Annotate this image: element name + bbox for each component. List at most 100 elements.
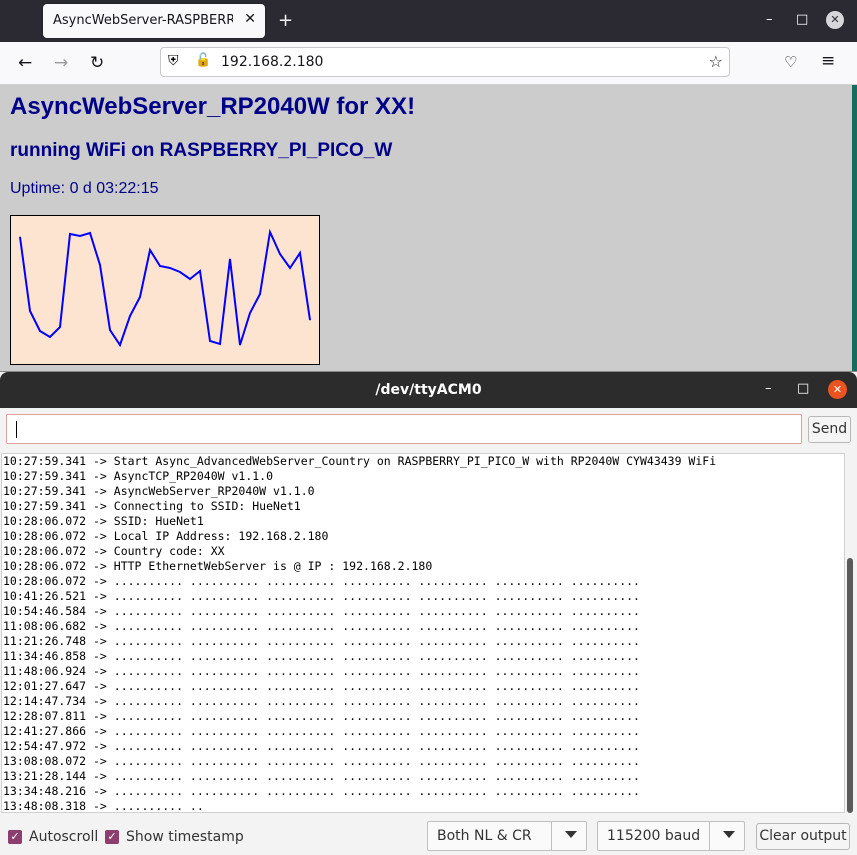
chart-point — [199, 270, 201, 272]
send-button[interactable]: Send — [808, 416, 851, 443]
browser-titlebar: AsyncWebServer-RASPBERRY_PI_PICO_W ✕ + –… — [0, 0, 857, 42]
bookmark-star-icon[interactable]: ☆ — [709, 52, 723, 71]
serial-close-icon[interactable]: ✕ — [828, 380, 847, 399]
log-line: 12:14:47.734 -> .......... .......... ..… — [3, 694, 640, 708]
chart-point — [79, 235, 81, 237]
url-bar[interactable]: ⛨ 🔓 192.168.2.180 ☆ — [160, 47, 730, 77]
serial-bottom-bar: ✓ Autoscroll ✓ Show timestamp Both NL & … — [0, 817, 857, 855]
url-text[interactable]: 192.168.2.180 — [221, 54, 323, 70]
log-line: 12:28:07.811 -> .......... .......... ..… — [3, 709, 640, 723]
log-line: 13:08:08.072 -> .......... .......... ..… — [3, 754, 640, 768]
chart-point — [279, 253, 281, 255]
pocket-icon[interactable]: ♡ — [784, 53, 797, 71]
log-line: 11:34:46.858 -> .......... .......... ..… — [3, 649, 640, 663]
chart-point — [289, 267, 291, 269]
text-caret — [16, 421, 17, 438]
select-divider — [709, 822, 710, 850]
window-close-icon[interactable]: ✕ — [826, 11, 844, 29]
chart-point — [179, 271, 181, 273]
chart-point — [239, 344, 241, 346]
serial-minimize-icon[interactable]: – — [765, 381, 772, 396]
log-line: 11:08:06.682 -> .......... .......... ..… — [3, 619, 640, 633]
log-line: 10:27:59.341 -> AsyncWebServer_RP2040W v… — [3, 484, 315, 498]
shield-icon[interactable]: ⛨ — [168, 53, 179, 69]
chart-point — [119, 344, 121, 346]
insecure-lock-icon[interactable]: 🔓 — [195, 53, 211, 68]
log-line: 12:01:27.647 -> .......... .......... ..… — [3, 679, 640, 693]
line-ending-value: Both NL & CR — [437, 828, 532, 844]
autoscroll-label: Autoscroll — [29, 829, 99, 845]
clear-output-button[interactable]: Clear output — [756, 823, 850, 850]
chart-point — [209, 340, 211, 342]
chart-point — [109, 329, 111, 331]
serial-maximize-icon[interactable]: □ — [797, 381, 809, 396]
chevron-down-icon — [723, 831, 735, 838]
tab-close-icon[interactable]: ✕ — [244, 11, 256, 27]
log-line: 13:34:48.216 -> .......... .......... ..… — [3, 784, 640, 798]
log-line: 10:27:59.341 -> Start Async_AdvancedWebS… — [3, 454, 717, 468]
page-subtitle: running WiFi on RASPBERRY_PI_PICO_W — [10, 140, 393, 161]
chart-point — [69, 233, 71, 235]
log-line: 13:21:28.144 -> .......... .......... ..… — [3, 769, 640, 783]
baud-rate-value: 115200 baud — [607, 828, 701, 844]
reload-icon[interactable]: ↻ — [90, 53, 104, 73]
serial-output-log[interactable]: 10:27:59.341 -> Start Async_AdvancedWebS… — [1, 453, 845, 813]
maximize-icon[interactable]: □ — [796, 12, 808, 27]
log-line: 10:28:06.072 -> Local IP Address: 192.16… — [3, 529, 329, 543]
chart-point — [269, 231, 271, 233]
log-line: 11:21:26.748 -> .......... .......... ..… — [3, 634, 640, 648]
new-tab-button[interactable]: + — [278, 10, 293, 31]
menu-icon[interactable]: ≡ — [821, 51, 835, 71]
back-arrow-icon[interactable]: ← — [18, 53, 32, 73]
chart-point — [189, 278, 191, 280]
desktop-edge — [852, 85, 857, 375]
show-timestamp-label: Show timestamp — [126, 829, 244, 845]
forward-arrow-icon[interactable]: → — [54, 53, 68, 73]
page-title: AsyncWebServer_RP2040W for XX! — [10, 93, 416, 120]
log-line: 10:28:06.072 -> HTTP EthernetWebServer i… — [3, 559, 433, 573]
random-line-chart — [10, 215, 320, 365]
chart-point — [19, 236, 21, 238]
serial-titlebar: /dev/ttyACM0 – □ ✕ — [0, 372, 857, 408]
log-line: 11:48:06.924 -> .......... .......... ..… — [3, 664, 640, 678]
serial-input[interactable] — [6, 414, 802, 444]
line-ending-select[interactable]: Both NL & CR — [427, 821, 587, 851]
log-line: 10:28:06.072 -> .......... .......... ..… — [3, 574, 640, 588]
chart-point — [309, 319, 311, 321]
chart-point — [129, 315, 131, 317]
autoscroll-checkbox[interactable]: ✓ — [8, 830, 22, 844]
serial-monitor-window: /dev/ttyACM0 – □ ✕ Send 10:27:59.341 -> … — [0, 371, 857, 855]
chart-point — [169, 267, 171, 269]
log-line: 10:27:59.341 -> AsyncTCP_RP2040W v1.1.0 — [3, 469, 274, 483]
log-line: 13:48:08.318 -> .......... .. — [3, 799, 204, 813]
show-timestamp-checkbox[interactable]: ✓ — [105, 830, 119, 844]
chart-point — [249, 312, 251, 314]
chart-point — [99, 264, 101, 266]
log-line: 12:41:27.866 -> .......... .......... ..… — [3, 724, 640, 738]
chevron-down-icon — [565, 831, 577, 838]
tab-title: AsyncWebServer-RASPBERRY_PI_PICO_W — [53, 13, 233, 28]
chart-point — [259, 293, 261, 295]
chart-point — [49, 336, 51, 338]
baud-rate-select[interactable]: 115200 baud — [597, 821, 745, 851]
log-line: 10:41:26.521 -> .......... .......... ..… — [3, 589, 640, 603]
log-line: 10:54:46.584 -> .......... .......... ..… — [3, 604, 640, 618]
chart-point — [159, 265, 161, 267]
chart-point — [229, 258, 231, 260]
chart-point — [29, 310, 31, 312]
navigation-toolbar: ← → ↻ ⛨ 🔓 192.168.2.180 ☆ ♡ ≡ — [0, 42, 857, 85]
chart-point — [89, 232, 91, 234]
minimize-icon[interactable]: – — [766, 12, 773, 27]
select-divider — [551, 822, 552, 850]
chart-point — [139, 296, 141, 298]
browser-tab[interactable]: AsyncWebServer-RASPBERRY_PI_PICO_W ✕ — [43, 4, 265, 38]
chart-point — [39, 330, 41, 332]
log-line: 12:54:47.972 -> .......... .......... ..… — [3, 739, 640, 753]
web-page: AsyncWebServer_RP2040W for XX! running W… — [0, 85, 852, 375]
log-scrollbar[interactable] — [847, 558, 853, 813]
uptime-text: Uptime: 0 d 03:22:15 — [10, 180, 159, 197]
log-line: 10:27:59.341 -> Connecting to SSID: HueN… — [3, 499, 301, 513]
serial-title: /dev/ttyACM0 — [375, 382, 482, 398]
chart-point — [59, 326, 61, 328]
chart-point — [149, 249, 151, 251]
